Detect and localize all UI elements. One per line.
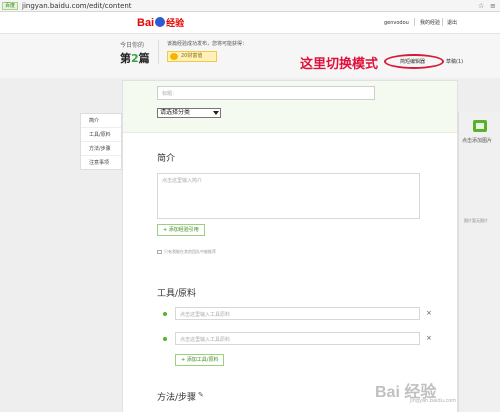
checkbox[interactable] (157, 250, 162, 254)
divider (158, 40, 159, 64)
add-image-label[interactable]: 点击添加图片 (462, 137, 492, 144)
nav-item-notes[interactable]: 注意事项 (81, 156, 121, 170)
top-header: Bai 经验 genvodou 我的经验 退出 (0, 12, 500, 34)
logo-text-bai: Bai (137, 17, 155, 29)
paw-icon (155, 17, 166, 27)
baidu-jingyan-logo[interactable]: Bai 经验 (137, 16, 184, 30)
star-icon[interactable]: ☆ (478, 2, 484, 10)
username-link[interactable]: genvodou (384, 18, 409, 28)
pencil-icon[interactable]: ✎ (198, 391, 204, 399)
logout-link[interactable]: 退出 (447, 18, 457, 28)
remove-icon[interactable]: × (426, 334, 432, 342)
wealth-badge: 20财富值 (167, 51, 217, 62)
watermark-url: jingyan.baidu.com (410, 398, 457, 404)
image-panel: 点击添加图片 图片暂无图片 (458, 112, 500, 412)
title-area: 标题： 请选择分类 (123, 81, 457, 133)
menu-icon[interactable]: ≡ (490, 2, 496, 10)
add-reference-button[interactable]: + 添加经验引用 (157, 224, 205, 236)
add-tool-button[interactable]: + 添加工具/原料 (175, 354, 225, 366)
bullet-icon (163, 312, 167, 316)
recommend-hint: 只有我能在其他团队中被推荐 (157, 249, 216, 255)
section-nav: 简介 工具/原料 方法/步骤 注意事项 (80, 113, 122, 170)
annotation-callout: 这里切换模式 (300, 57, 379, 72)
site-badge: 百度 (2, 2, 19, 10)
remove-icon[interactable]: × (426, 309, 432, 317)
nav-item-tools[interactable]: 工具/原料 (81, 128, 121, 142)
intro-textarea[interactable]: 点击这里输入简介 (157, 173, 420, 219)
coin-icon (170, 53, 178, 60)
divider (442, 18, 443, 26)
today-count: 第2篇 (120, 52, 150, 65)
editor-card: 标题： 请选择分类 简介 点击这里输入简介 + 添加经验引用 只有我能在其他团队… (122, 80, 458, 412)
image-tip: 图片暂无图片 (464, 218, 488, 223)
address-bar: 百度 jingyan.baidu.com/edit/content ☆ ≡ (0, 0, 500, 12)
logo-text-jingyan: 经验 (166, 19, 185, 29)
divider (414, 18, 415, 26)
tool-input[interactable]: 点击这里输入工具原料 (175, 307, 420, 320)
chevron-down-icon (213, 111, 219, 115)
tool-input[interactable]: 点击这里输入工具原料 (175, 332, 420, 345)
category-select[interactable]: 请选择分类 (157, 108, 221, 118)
today-label: 今日你的 (120, 42, 145, 49)
earn-label: 该篇经验成功发布，您将可能获得： (167, 41, 248, 47)
intro-heading: 简介 (157, 154, 176, 164)
annotation-ring (384, 54, 444, 69)
url-field[interactable]: jingyan.baidu.com/edit/content (22, 1, 132, 11)
drafts-link[interactable]: 草稿(1) (446, 58, 463, 65)
steps-heading: 方法/步骤 (157, 393, 197, 403)
title-input[interactable]: 标题： (157, 86, 375, 100)
add-image-icon[interactable] (473, 120, 487, 132)
nav-item-intro[interactable]: 简介 (81, 114, 121, 128)
nav-item-steps[interactable]: 方法/步骤 (81, 142, 121, 156)
bullet-icon (163, 337, 167, 341)
tools-heading: 工具/原料 (157, 289, 197, 299)
my-jingyan-link[interactable]: 我的经验 (420, 18, 440, 28)
